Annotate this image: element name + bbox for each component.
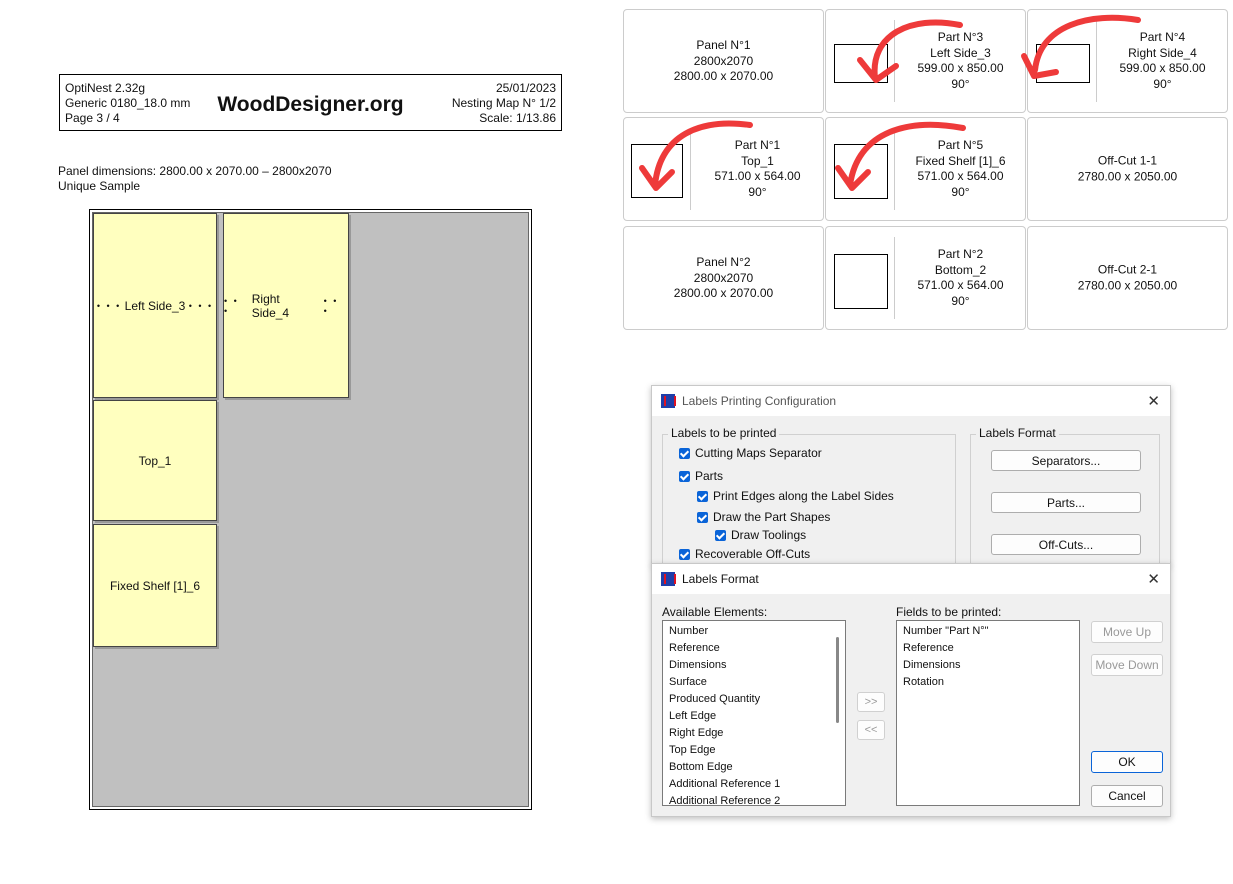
checkbox-cutting-maps-separator[interactable]: Cutting Maps Separator [679,446,822,460]
move-up-button[interactable]: Move Up [1091,621,1163,643]
ok-button[interactable]: OK [1091,751,1163,773]
available-elements-list[interactable]: Number Reference Dimensions Surface Prod… [662,620,846,807]
available-elements-label: Available Elements: [662,605,768,619]
checkbox-draw-toolings[interactable]: Draw Toolings [715,528,806,542]
checkbox-parts[interactable]: Parts [679,469,723,483]
close-icon[interactable]: ✕ [1147,392,1160,410]
checkbox-recoverable-off-cuts[interactable]: Recoverable Off-Cuts [679,547,810,561]
list-item[interactable]: Surface [663,674,845,691]
scrollbar-thumb[interactable] [836,637,839,723]
list-item[interactable]: Rotation [897,674,1079,691]
cancel-button[interactable]: Cancel [1091,785,1163,807]
checkbox-draw-part-shapes[interactable]: Draw the Part Shapes [697,510,830,524]
labels-format-dialog: Labels Format ✕ Available Elements: Fiel… [651,563,1171,817]
arrow-rotation-part-4 [1021,14,1141,79]
add-field-button[interactable]: >> [857,692,885,712]
list-item[interactable]: Bottom Edge [663,759,845,776]
dialog-title: Labels Format [682,572,759,586]
parts-button[interactable]: Parts... [991,492,1141,513]
checkbox-print-edges[interactable]: Print Edges along the Label Sides [697,489,894,503]
arrow-rotation-part-3 [857,19,963,83]
list-item[interactable]: Number [663,623,845,640]
labels-printing-configuration-dialog: Labels Printing Configuration ✕ Labels t… [651,385,1171,576]
off-cuts-button[interactable]: Off-Cuts... [991,534,1141,555]
list-item[interactable]: Reference [897,640,1079,657]
list-item[interactable]: Additional Reference 1 [663,776,845,793]
list-item[interactable]: Left Edge [663,708,845,725]
list-item[interactable]: Number "Part N°" [897,623,1079,640]
fields-to-be-printed-label: Fields to be printed: [896,605,1002,619]
list-item[interactable]: Dimensions [663,657,845,674]
list-item[interactable]: Top Edge [663,742,845,759]
move-down-button[interactable]: Move Down [1091,654,1163,676]
list-item[interactable]: Dimensions [897,657,1079,674]
list-item[interactable]: Produced Quantity [663,691,845,708]
separators-button[interactable]: Separators... [991,450,1141,471]
remove-field-button[interactable]: << [857,720,885,740]
list-item[interactable]: Additional Reference 2 [663,793,845,810]
list-item[interactable]: Right Edge [663,725,845,742]
app-logo-icon [661,572,676,586]
close-icon[interactable]: ✕ [1147,570,1160,588]
app-logo-icon [661,394,676,408]
arrow-rotation-part-1 [639,120,753,191]
dialog-title: Labels Printing Configuration [682,394,837,408]
arrow-rotation-part-5 [835,121,966,191]
list-item[interactable]: Reference [663,640,845,657]
fields-to-be-printed-list[interactable]: Number "Part N°" Reference Dimensions Ro… [896,620,1080,806]
